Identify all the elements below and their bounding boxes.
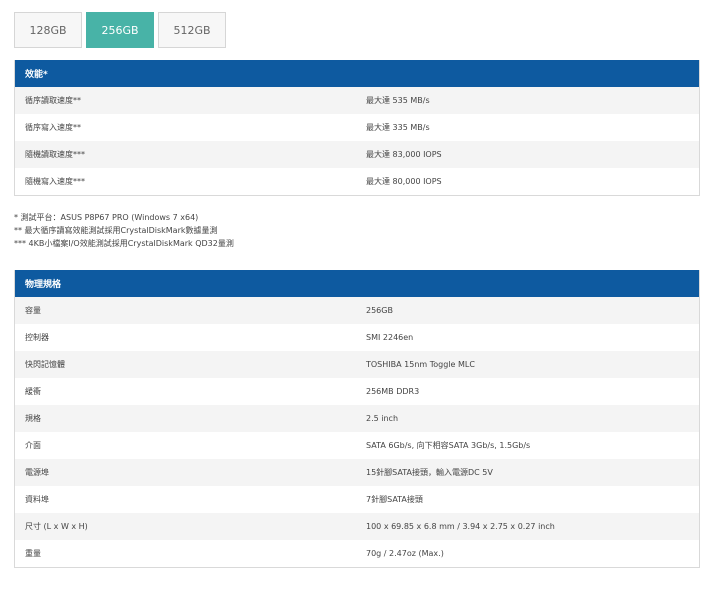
row-value: 256GB — [366, 306, 393, 315]
row-label: 隨機讀取速度*** — [25, 150, 85, 159]
row-value: 最大達 80,000 IOPS — [366, 177, 442, 186]
table-row: 資料埠 7針腳SATA接頭 — [15, 486, 699, 513]
tab-128gb[interactable]: 128GB — [14, 12, 82, 48]
row-label: 循序讀取速度** — [25, 96, 81, 105]
table-row: 控制器 SMI 2246en — [15, 324, 699, 351]
row-value: 70g / 2.47oz (Max.) — [366, 549, 444, 558]
row-value: 最大達 83,000 IOPS — [366, 150, 442, 159]
performance-header: 效能* — [15, 60, 699, 87]
footnote: * 測試平台：ASUS P8P67 PRO (Windows 7 x64) — [14, 213, 199, 222]
row-label: 資料埠 — [25, 495, 49, 504]
specs-table: 容量 256GB 控制器 SMI 2246en 快閃記憶體 TOSHIBA 15… — [15, 297, 699, 567]
table-row: 重量 70g / 2.47oz (Max.) — [15, 540, 699, 567]
row-value: 2.5 inch — [366, 414, 399, 423]
row-value: 7針腳SATA接頭 — [366, 495, 423, 504]
row-label: 容量 — [25, 306, 41, 315]
row-value: 最大達 335 MB/s — [366, 123, 430, 132]
table-row: 循序寫入速度** 最大達 335 MB/s — [15, 114, 699, 141]
row-label: 規格 — [25, 414, 41, 423]
specs-panel: 物理規格 容量 256GB 控制器 SMI 2246en 快閃記憶體 TOSHI… — [14, 270, 700, 568]
specs-header: 物理規格 — [15, 270, 699, 297]
row-value: SATA 6Gb/s, 向下相容SATA 3Gb/s, 1.5Gb/s — [366, 441, 531, 450]
footnote: *** 4KB小檔案I/O效能測試採用CrystalDiskMark QD32量… — [14, 239, 234, 248]
table-row: 規格 2.5 inch — [15, 405, 699, 432]
table-row: 隨機寫入速度*** 最大達 80,000 IOPS — [15, 168, 699, 195]
row-label: 電源埠 — [25, 468, 49, 477]
row-label: 快閃記憶體 — [25, 360, 65, 369]
row-value: 256MB DDR3 — [366, 387, 420, 396]
row-label: 介面 — [25, 441, 41, 450]
performance-table: 循序讀取速度** 最大達 535 MB/s 循序寫入速度** 最大達 335 M… — [15, 87, 699, 195]
performance-panel: 效能* 循序讀取速度** 最大達 535 MB/s 循序寫入速度** 最大達 3… — [14, 60, 700, 196]
row-value: 15針腳SATA接頭，輸入電源DC 5V — [366, 468, 493, 477]
footnotes: * 測試平台：ASUS P8P67 PRO (Windows 7 x64) **… — [14, 211, 234, 250]
table-row: 快閃記憶體 TOSHIBA 15nm Toggle MLC — [15, 351, 699, 378]
table-row: 隨機讀取速度*** 最大達 83,000 IOPS — [15, 141, 699, 168]
row-label: 重量 — [25, 549, 41, 558]
tab-256gb[interactable]: 256GB — [86, 12, 154, 48]
footnote: ** 最大循序讀寫效能測試採用CrystalDiskMark數據量測 — [14, 226, 218, 235]
row-label: 緩衝 — [25, 387, 41, 396]
row-value: 最大達 535 MB/s — [366, 96, 430, 105]
row-label: 尺寸 (L x W x H) — [25, 522, 88, 531]
row-label: 循序寫入速度** — [25, 123, 81, 132]
table-row: 緩衝 256MB DDR3 — [15, 378, 699, 405]
table-row: 介面 SATA 6Gb/s, 向下相容SATA 3Gb/s, 1.5Gb/s — [15, 432, 699, 459]
table-row: 尺寸 (L x W x H) 100 x 69.85 x 6.8 mm / 3.… — [15, 513, 699, 540]
row-label: 隨機寫入速度*** — [25, 177, 85, 186]
row-value: 100 x 69.85 x 6.8 mm / 3.94 x 2.75 x 0.2… — [366, 522, 555, 531]
row-label: 控制器 — [25, 333, 49, 342]
table-row: 電源埠 15針腳SATA接頭，輸入電源DC 5V — [15, 459, 699, 486]
row-value: TOSHIBA 15nm Toggle MLC — [366, 360, 475, 369]
row-value: SMI 2246en — [366, 333, 414, 342]
capacity-tabs: 128GB 256GB 512GB — [14, 12, 230, 48]
tab-512gb[interactable]: 512GB — [158, 12, 226, 48]
table-row: 循序讀取速度** 最大達 535 MB/s — [15, 87, 699, 114]
table-row: 容量 256GB — [15, 297, 699, 324]
